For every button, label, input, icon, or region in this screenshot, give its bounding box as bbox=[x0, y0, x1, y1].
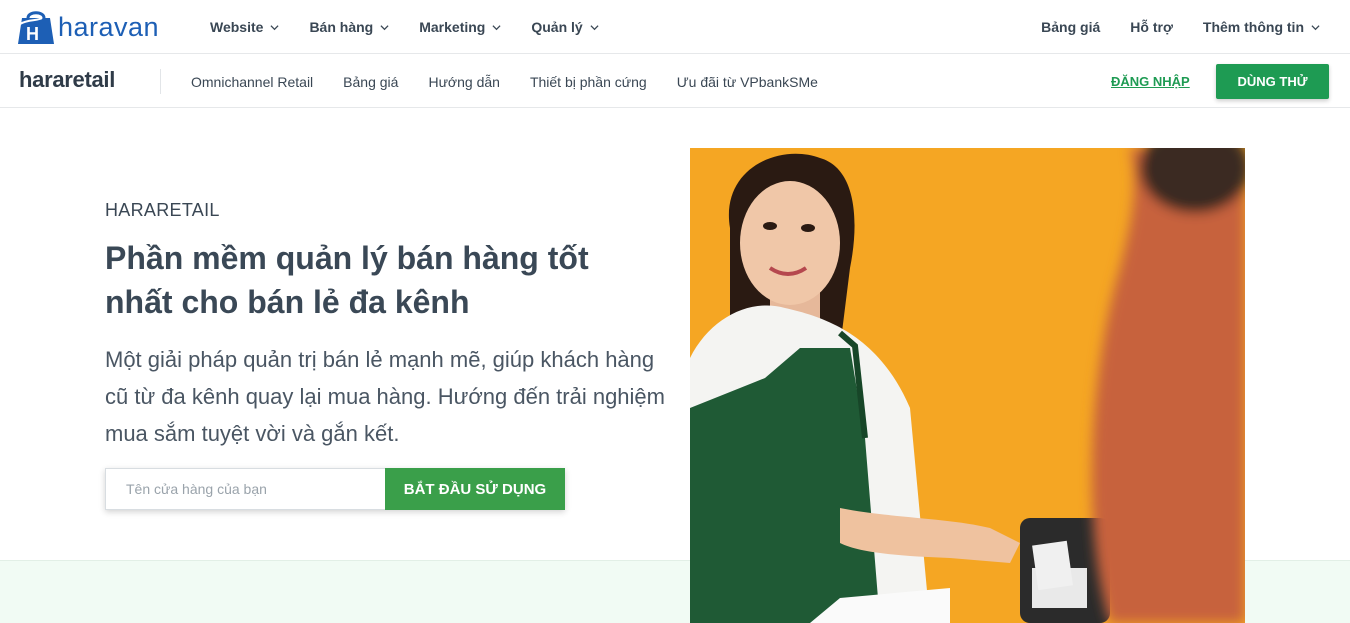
shopping-bag-logo-icon: H bbox=[18, 11, 54, 44]
chevron-down-icon bbox=[270, 24, 279, 30]
haravan-logo[interactable]: H haravan bbox=[16, 8, 159, 46]
hero-description: Một giải pháp quản trị bán lẻ mạnh mẽ, g… bbox=[105, 347, 665, 446]
menu-label: Website bbox=[210, 19, 264, 35]
sub-item-uu-dai[interactable]: Ưu đãi từ VPbankSMe bbox=[677, 74, 818, 90]
chevron-down-icon bbox=[380, 24, 389, 30]
hero-headline: Phần mềm quản lý bán hàng tốt nhất cho b… bbox=[105, 240, 589, 320]
link-label: Hỗ trợ bbox=[1130, 19, 1173, 35]
menu-label: Bán hàng bbox=[309, 19, 374, 35]
sub-item-thiet-bi[interactable]: Thiết bị phần cứng bbox=[530, 74, 647, 90]
logo-text: haravan bbox=[58, 11, 160, 42]
chevron-down-icon bbox=[1311, 24, 1320, 30]
link-ho-tro[interactable]: Hỗ trợ bbox=[1130, 19, 1173, 35]
hero-photo bbox=[690, 148, 1245, 623]
menu-them-thong-tin[interactable]: Thêm thông tin bbox=[1203, 19, 1320, 35]
menu-marketing[interactable]: Marketing bbox=[419, 19, 501, 35]
product-sub-nav: hararetail Omnichannel Retail Bảng giá H… bbox=[0, 55, 1350, 108]
start-button[interactable]: BẮT ĐẦU SỬ DỤNG bbox=[385, 468, 565, 510]
hararetail-brand[interactable]: hararetail bbox=[19, 67, 115, 93]
menu-label: Thêm thông tin bbox=[1202, 19, 1304, 35]
svg-text:H: H bbox=[26, 24, 39, 44]
menu-quan-ly[interactable]: Quản lý bbox=[531, 19, 599, 35]
menu-label: Quản lý bbox=[531, 19, 583, 35]
top-nav: H haravan Website Bán hàng Marketing Quả… bbox=[0, 0, 1350, 54]
sub-item-huong-dan[interactable]: Hướng dẫn bbox=[428, 74, 499, 90]
login-link[interactable]: ĐĂNG NHẬP bbox=[1111, 74, 1190, 89]
store-name-input[interactable] bbox=[105, 468, 385, 510]
divider bbox=[160, 69, 161, 94]
cashier-illustration bbox=[690, 148, 1245, 623]
chevron-down-icon bbox=[590, 24, 599, 30]
chevron-down-icon bbox=[492, 24, 501, 30]
main-menu: Website Bán hàng Marketing Quản lý bbox=[210, 0, 629, 54]
sub-item-bang-gia[interactable]: Bảng giá bbox=[343, 74, 398, 90]
sub-menu: Omnichannel Retail Bảng giá Hướng dẫn Th… bbox=[191, 55, 848, 108]
link-bang-gia[interactable]: Bảng giá bbox=[1041, 19, 1100, 35]
link-label: Bảng giá bbox=[1041, 19, 1101, 35]
hero-eyebrow: HARARETAIL bbox=[105, 200, 220, 220]
signup-form: BẮT ĐẦU SỬ DỤNG bbox=[105, 468, 565, 510]
menu-website[interactable]: Website bbox=[210, 19, 279, 35]
menu-ban-hang[interactable]: Bán hàng bbox=[309, 19, 389, 35]
sub-item-omnichannel[interactable]: Omnichannel Retail bbox=[191, 74, 313, 90]
menu-label: Marketing bbox=[419, 19, 486, 35]
top-right-menu: Bảng giá Hỗ trợ Thêm thông tin bbox=[1011, 0, 1320, 54]
try-button[interactable]: DÙNG THỬ bbox=[1216, 64, 1329, 99]
